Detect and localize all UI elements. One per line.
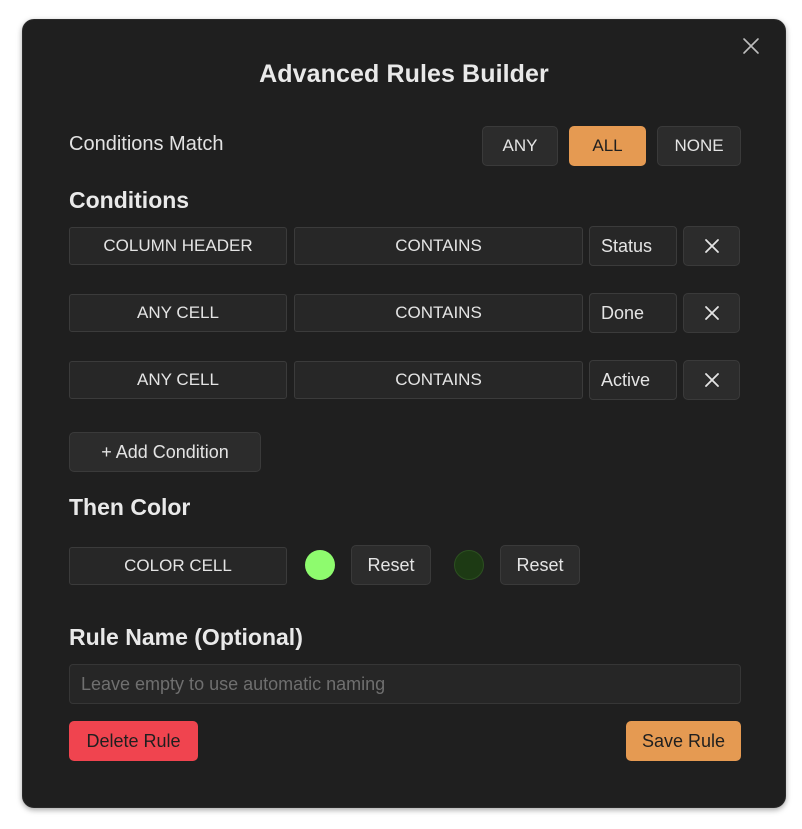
primary-color-swatch[interactable] [305, 550, 335, 580]
save-rule-button[interactable]: Save Rule [626, 721, 741, 761]
rule-name-heading: Rule Name (Optional) [69, 624, 303, 650]
condition-value-input[interactable]: Done [589, 293, 677, 333]
conditions-heading: Conditions [69, 187, 190, 213]
add-condition-button[interactable]: + Add Condition [69, 432, 261, 472]
close-button[interactable] [741, 36, 761, 56]
reset-primary-color-button[interactable]: Reset [351, 545, 431, 585]
remove-condition-button[interactable] [683, 293, 740, 333]
close-icon [704, 239, 719, 253]
condition-target-select[interactable]: ANY CELL [69, 361, 287, 399]
conditions-match-label: Conditions Match [69, 133, 224, 155]
rules-builder-dialog: Advanced Rules Builder Conditions Match … [22, 19, 786, 808]
close-icon [743, 38, 759, 54]
condition-operator-select[interactable]: CONTAINS [294, 227, 583, 265]
secondary-color-swatch[interactable] [454, 550, 484, 580]
condition-value-input[interactable]: Status [589, 226, 677, 266]
match-none-button[interactable]: NONE [657, 126, 741, 166]
close-icon [704, 373, 719, 387]
then-color-heading: Then Color [69, 494, 191, 520]
condition-value-input[interactable]: Active [589, 360, 677, 400]
rule-name-input[interactable] [69, 664, 741, 704]
condition-target-select[interactable]: ANY CELL [69, 294, 287, 332]
match-all-button[interactable]: ALL [569, 126, 646, 166]
condition-target-select[interactable]: COLUMN HEADER [69, 227, 287, 265]
color-action-select[interactable]: COLOR CELL [69, 547, 287, 585]
match-any-button[interactable]: ANY [482, 126, 558, 166]
condition-operator-select[interactable]: CONTAINS [294, 361, 583, 399]
reset-secondary-color-button[interactable]: Reset [500, 545, 580, 585]
dialog-title: Advanced Rules Builder [259, 60, 549, 88]
close-icon [704, 306, 719, 320]
remove-condition-button[interactable] [683, 226, 740, 266]
condition-operator-select[interactable]: CONTAINS [294, 294, 583, 332]
remove-condition-button[interactable] [683, 360, 740, 400]
delete-rule-button[interactable]: Delete Rule [69, 721, 198, 761]
